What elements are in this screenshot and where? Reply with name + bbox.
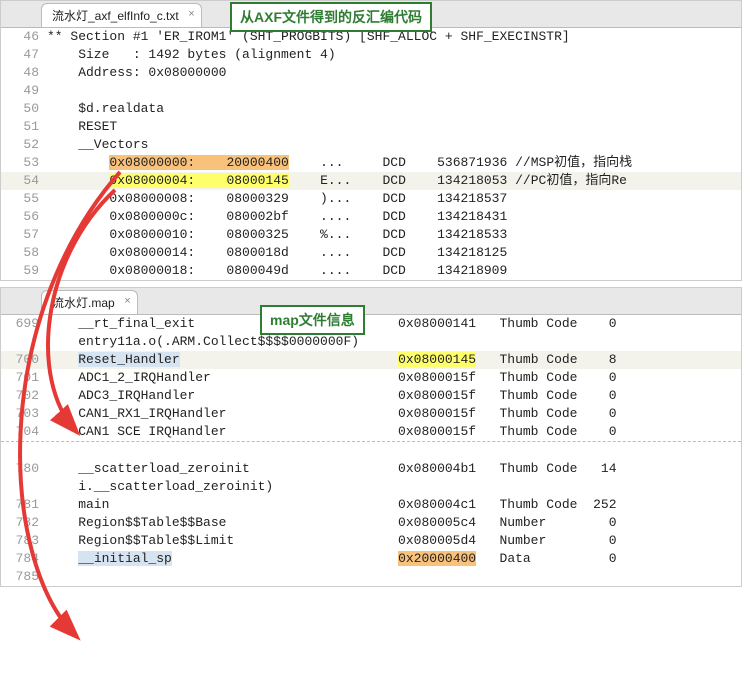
code-line: 699 __rt_final_exit 0x08000141 Thumb Cod… [1, 315, 741, 333]
code-text: ADC3_IRQHandler 0x0800015f Thumb Code 0 [47, 388, 617, 403]
code-text: __Vectors [47, 137, 148, 152]
line-number: 701 [1, 369, 47, 387]
code-line: 52 __Vectors [1, 136, 741, 154]
line-number: 782 [1, 514, 47, 532]
line-number: 57 [1, 226, 47, 244]
line-number: 58 [1, 244, 47, 262]
line-number: 59 [1, 262, 47, 280]
addr-hl: 0x20000400 [398, 551, 476, 566]
code-line: entry11a.o(.ARM.Collect$$$$0000000F) [1, 333, 741, 351]
addr-value-hl: 0x08000000: 20000400 [109, 155, 288, 170]
addr-hl: 0x08000145 [398, 352, 476, 367]
line-number: 702 [1, 387, 47, 405]
code-body-1: 46** Section #1 'ER_IROM1' (SHT_PROGBITS… [1, 28, 741, 280]
code-line: 49 [1, 82, 741, 100]
code-line: 785 [1, 568, 741, 586]
code-line: 780 __scatterload_zeroinit 0x080004b1 Th… [1, 460, 741, 478]
code-line: 47 Size : 1492 bytes (alignment 4) [1, 46, 741, 64]
code-line: 704 CAN1 SCE IRQHandler 0x0800015f Thumb… [1, 423, 741, 441]
code-line: 781 main 0x080004c1 Thumb Code 252 [1, 496, 741, 514]
bottom-editor-pane: 流水灯.map × 699 __rt_final_exit 0x08000141… [0, 287, 742, 587]
code-text: Region$$Table$$Limit 0x080005d4 Number 0 [47, 533, 617, 548]
line-number: 700 [1, 351, 47, 369]
code-text: Region$$Table$$Base 0x080005c4 Number 0 [47, 515, 617, 530]
code-line: 702 ADC3_IRQHandler 0x0800015f Thumb Cod… [1, 387, 741, 405]
top-editor-pane: 流水灯_axf_elfInfo_c.txt × 46** Section #1 … [0, 0, 742, 281]
code-line [1, 441, 741, 460]
line-number: 704 [1, 423, 47, 441]
code-line: 703 CAN1_RX1_IRQHandler 0x0800015f Thumb… [1, 405, 741, 423]
code-text: entry11a.o(.ARM.Collect$$$$0000000F) [47, 334, 359, 349]
line-number: 47 [1, 46, 47, 64]
line-number: 781 [1, 496, 47, 514]
code-line: 56 0x0800000c: 080002bf .... DCD 1342184… [1, 208, 741, 226]
code-line: 48 Address: 0x08000000 [1, 64, 741, 82]
code-line: i.__scatterload_zeroinit) [1, 478, 741, 496]
code-line: 784 __initial_sp 0x20000400 Data 0 [1, 550, 741, 568]
code-text: 0x0800000c: 080002bf .... DCD 134218431 [47, 209, 507, 224]
code-line: 59 0x08000018: 0800049d .... DCD 1342189… [1, 262, 741, 280]
close-icon[interactable]: × [124, 295, 130, 307]
line-number: 52 [1, 136, 47, 154]
addr-value-hl: 0x08000004: 08000145 [109, 173, 288, 188]
tab-label: 流水灯_axf_elfInfo_c.txt [52, 9, 179, 23]
annotation-label-map: map文件信息 [260, 305, 365, 335]
line-number: 784 [1, 550, 47, 568]
code-text: i.__scatterload_zeroinit) [47, 479, 273, 494]
code-text: main 0x080004c1 Thumb Code 252 [47, 497, 617, 512]
code-text: 0x08000010: 08000325 %... DCD 134218533 [47, 227, 507, 242]
code-line: 782 Region$$Table$$Base 0x080005c4 Numbe… [1, 514, 741, 532]
code-text: __scatterload_zeroinit 0x080004b1 Thumb … [47, 461, 617, 476]
line-number: 46 [1, 28, 47, 46]
line-number: 699 [1, 315, 47, 333]
code-line: 58 0x08000014: 0800018d .... DCD 1342181… [1, 244, 741, 262]
line-number: 51 [1, 118, 47, 136]
line-number: 56 [1, 208, 47, 226]
line-number: 780 [1, 460, 47, 478]
code-line: 783 Region$$Table$$Limit 0x080005d4 Numb… [1, 532, 741, 550]
tab-label: 流水灯.map [52, 296, 115, 310]
code-text: 0x08000008: 08000329 )... DCD 134218537 [47, 191, 507, 206]
code-text: Size : 1492 bytes (alignment 4) [47, 47, 336, 62]
line-number: 53 [1, 154, 47, 172]
line-number: 49 [1, 82, 47, 100]
annotation-label-axf: 从AXF文件得到的反汇编代码 [230, 2, 432, 32]
line-number: 54 [1, 172, 47, 190]
code-text: 0x08000014: 0800018d .... DCD 134218125 [47, 245, 507, 260]
code-line: 50 $d.realdata [1, 100, 741, 118]
code-text: Address: 0x08000000 [47, 65, 226, 80]
code-text: CAN1_RX1_IRQHandler 0x0800015f Thumb Cod… [47, 406, 617, 421]
line-number: 703 [1, 405, 47, 423]
code-text: $d.realdata [47, 101, 164, 116]
tabbar-2: 流水灯.map × [1, 288, 741, 315]
code-line: 53 0x08000000: 20000400 ... DCD 53687193… [1, 154, 741, 172]
code-line: 57 0x08000010: 08000325 %... DCD 1342185… [1, 226, 741, 244]
line-number: 50 [1, 100, 47, 118]
line-number: 785 [1, 568, 47, 586]
code-text: CAN1 SCE IRQHandler 0x0800015f Thumb Cod… [47, 424, 617, 439]
code-line: 54 0x08000004: 08000145 E... DCD 1342180… [1, 172, 741, 190]
symbol-hl: Reset_Handler [78, 352, 179, 367]
line-number: 783 [1, 532, 47, 550]
line-number: 55 [1, 190, 47, 208]
code-line: 700 Reset_Handler 0x08000145 Thumb Code … [1, 351, 741, 369]
code-text: 0x08000018: 0800049d .... DCD 134218909 [47, 263, 507, 278]
code-text: ADC1_2_IRQHandler 0x0800015f Thumb Code … [47, 370, 617, 385]
code-text: RESET [47, 119, 117, 134]
close-icon[interactable]: × [188, 8, 194, 20]
code-line: 701 ADC1_2_IRQHandler 0x0800015f Thumb C… [1, 369, 741, 387]
code-line: 51 RESET [1, 118, 741, 136]
code-body-2: 699 __rt_final_exit 0x08000141 Thumb Cod… [1, 315, 741, 586]
tab-axf-file[interactable]: 流水灯_axf_elfInfo_c.txt × [41, 3, 202, 27]
symbol-hl: __initial_sp [78, 551, 172, 566]
tab-map-file[interactable]: 流水灯.map × [41, 290, 138, 314]
code-line: 55 0x08000008: 08000329 )... DCD 1342185… [1, 190, 741, 208]
line-number: 48 [1, 64, 47, 82]
